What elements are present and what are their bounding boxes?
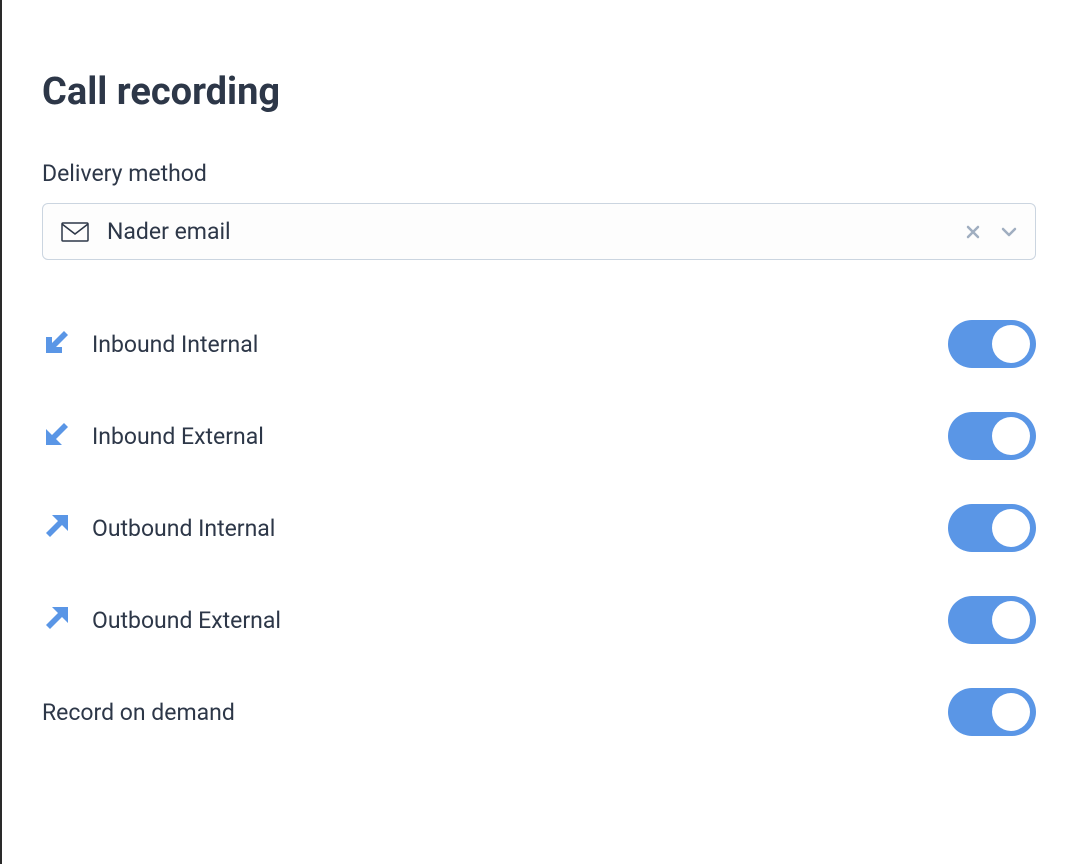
inbound-external-label: Inbound External [92,423,948,450]
inbound-external-row: Inbound External [42,390,1036,482]
envelope-icon [61,222,89,242]
toggle-knob [992,693,1030,731]
page-title: Call recording [42,70,1036,114]
clear-icon[interactable] [965,224,981,240]
chevron-down-icon[interactable] [1001,227,1017,237]
outbound-external-toggle[interactable] [948,596,1036,644]
delivery-method-value: Nader email [107,218,965,245]
toggle-knob [992,325,1030,363]
toggle-knob [992,601,1030,639]
outbound-internal-label: Outbound Internal [92,515,948,542]
inbound-arrow-icon [42,419,72,449]
toggle-knob [992,417,1030,455]
outbound-arrow-icon [42,511,72,541]
inbound-internal-label: Inbound Internal [92,331,948,358]
record-on-demand-row: Record on demand [42,666,1036,758]
outbound-external-label: Outbound External [92,607,948,634]
outbound-arrow-icon [42,603,72,633]
outbound-internal-toggle[interactable] [948,504,1036,552]
inbound-internal-row: Inbound Internal [42,298,1036,390]
inbound-external-toggle[interactable] [948,412,1036,460]
record-on-demand-label: Record on demand [42,699,948,726]
outbound-external-row: Outbound External [42,574,1036,666]
toggle-knob [992,509,1030,547]
inbound-internal-toggle[interactable] [948,320,1036,368]
record-on-demand-toggle[interactable] [948,688,1036,736]
delivery-method-select[interactable]: Nader email [42,203,1036,260]
delivery-method-label: Delivery method [42,160,1036,187]
inbound-arrow-icon [42,327,72,357]
outbound-internal-row: Outbound Internal [42,482,1036,574]
